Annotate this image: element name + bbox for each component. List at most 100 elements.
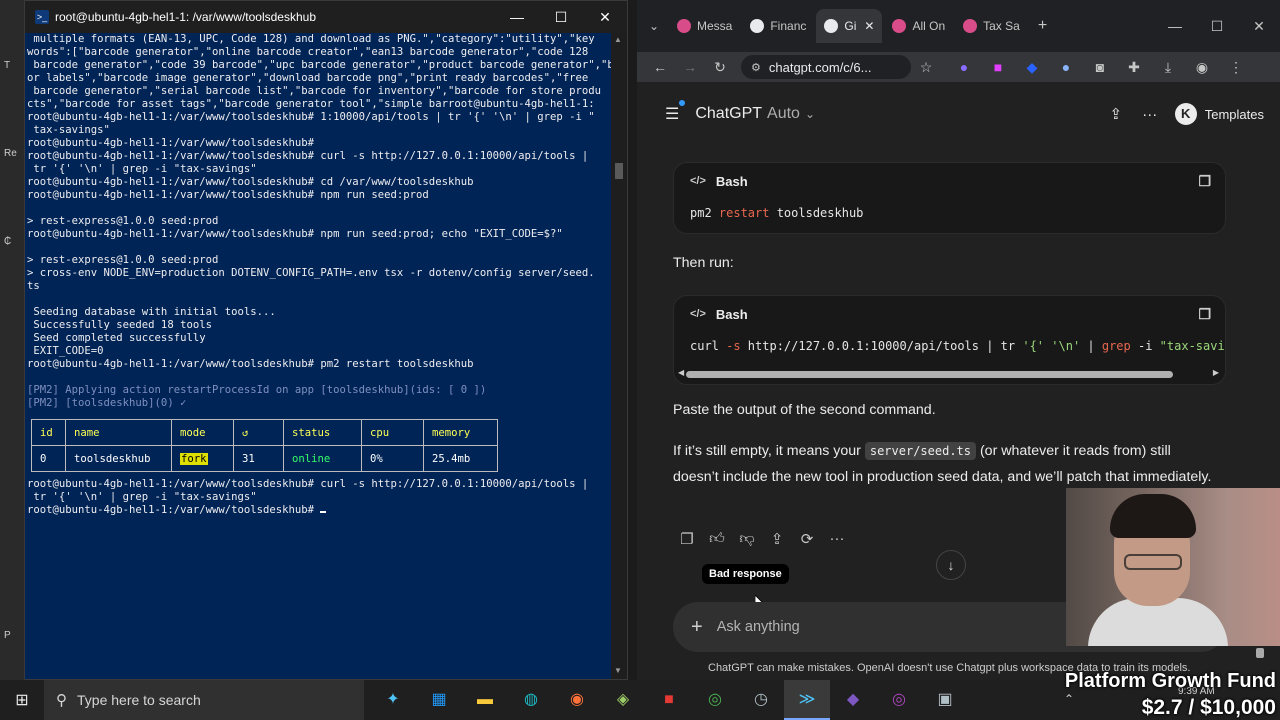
back-arrow-icon[interactable]: ← xyxy=(645,59,675,75)
app-icon[interactable]: ◆ xyxy=(830,680,876,720)
code-content[interactable]: pm2 restart toolsdeskhub xyxy=(674,199,1225,233)
terminal-line: root@ubuntu-4gb-hel1-1:/var/www/toolsdes… xyxy=(27,176,474,188)
model-name[interactable]: ChatGPT xyxy=(695,105,762,123)
scrollbar-thumb[interactable] xyxy=(686,371,1173,378)
browser-menu-icon[interactable]: ⋮ xyxy=(1219,59,1253,76)
terminal-scrollbar[interactable]: ▲ ▼ xyxy=(611,33,627,679)
browser-maximize-button[interactable]: ☐ xyxy=(1196,18,1238,35)
firefox-icon[interactable]: ◉ xyxy=(554,680,600,720)
regenerate-icon[interactable]: ⟳ xyxy=(792,530,822,548)
browser-tab[interactable]: Financ xyxy=(742,9,814,43)
extension-icon[interactable]: ● xyxy=(1049,59,1083,76)
new-tab-button[interactable]: + xyxy=(1030,9,1055,43)
address-bar[interactable]: ⚙ chatgpt.com/c/6... xyxy=(741,55,911,79)
site-info-icon[interactable]: ⚙ xyxy=(751,61,761,74)
code-horizontal-scrollbar[interactable]: ◀ ▶ xyxy=(674,366,1225,384)
table-header: id xyxy=(31,419,66,446)
paste-output-text: Paste the output of the second command. xyxy=(673,402,936,418)
chrome-icon[interactable]: ◎ xyxy=(692,680,738,720)
more-options-icon[interactable]: ··· xyxy=(822,530,852,548)
browser-tab[interactable]: Messa xyxy=(669,9,740,43)
code-lang: Bash xyxy=(715,173,748,189)
then-run-text: Then run: xyxy=(673,255,734,271)
shield-extension-icon[interactable]: ◆ xyxy=(1015,59,1049,76)
forward-arrow-icon[interactable]: → xyxy=(675,59,705,75)
powershell-taskbar-icon[interactable]: ≫ xyxy=(784,680,830,720)
scrollbar-thumb[interactable] xyxy=(1256,648,1264,658)
terminal-line: > cross-env NODE_ENV=production DOTENV_C… xyxy=(27,267,595,279)
app-icon[interactable]: ▣ xyxy=(922,680,968,720)
terminal-line: root@ubuntu-4gb-hel1-1:/var/www/toolsdes… xyxy=(27,111,595,123)
model-mode[interactable]: Auto xyxy=(767,105,800,123)
table-header: ↺ xyxy=(233,419,284,446)
terminal-window[interactable]: >_ root@ubuntu-4gb-hel1-1: /var/www/tool… xyxy=(24,0,628,680)
app-icon[interactable]: ◈ xyxy=(600,680,646,720)
table-header: cpu xyxy=(361,419,424,446)
close-button[interactable]: ✕ xyxy=(583,9,627,26)
table-cell: 25.4mb xyxy=(423,445,498,472)
tab-strip: ⌄ Messa Financ Gi ✕ All On Tax Sa + — ☐ ✕ xyxy=(637,0,1280,52)
terminal-line: root@ubuntu-4gb-hel1-1:/var/www/toolsdes… xyxy=(27,189,429,201)
avatar[interactable]: K xyxy=(1174,103,1197,125)
extension-icon[interactable]: ● xyxy=(947,59,981,76)
app-icon[interactable]: ◷ xyxy=(738,680,784,720)
maximize-button[interactable]: ☐ xyxy=(539,9,583,26)
scroll-right-arrow-icon[interactable]: ▶ xyxy=(1213,368,1219,377)
more-options-icon[interactable]: ··· xyxy=(1133,106,1167,123)
copy-icon[interactable]: ❐ xyxy=(1198,173,1211,190)
extension-icon[interactable]: ■ xyxy=(981,59,1015,76)
copilot-icon[interactable]: ✦ xyxy=(370,680,416,720)
thumbs-down-icon[interactable]: 👎︎ xyxy=(732,530,762,548)
tray-chevron-up-icon[interactable]: ⌃ xyxy=(1064,692,1074,706)
scroll-left-arrow-icon[interactable]: ◀ xyxy=(678,368,684,377)
browser-close-button[interactable]: ✕ xyxy=(1238,18,1280,35)
browser-minimize-button[interactable]: — xyxy=(1154,18,1196,35)
terminal-line: [PM2] Applying action restartProcessId o… xyxy=(27,384,487,396)
copy-icon[interactable]: ❐ xyxy=(1198,306,1211,323)
scrollbar-thumb[interactable] xyxy=(615,163,623,179)
edge-icon[interactable]: ◍ xyxy=(508,680,554,720)
terminal-titlebar[interactable]: >_ root@ubuntu-4gb-hel1-1: /var/www/tool… xyxy=(25,1,627,33)
tab-favicon-icon xyxy=(824,19,839,33)
tab-list-dropdown-icon[interactable]: ⌄ xyxy=(645,9,667,43)
terminal-output-after[interactable]: root@ubuntu-4gb-hel1-1:/var/www/toolsdes… xyxy=(25,478,611,679)
download-icon[interactable]: ⤓ xyxy=(1151,59,1185,76)
bookmark-star-icon[interactable]: ☆ xyxy=(911,59,941,76)
code-content[interactable]: curl -s http://127.0.0.1:10000/api/tools… xyxy=(674,332,1225,366)
taskbar-search[interactable]: ⚲ Type here to search xyxy=(44,680,364,720)
table-header: memory xyxy=(423,419,498,446)
reload-icon[interactable]: ↻ xyxy=(705,59,735,76)
copy-icon[interactable]: ❐ xyxy=(672,530,702,548)
store-icon[interactable]: ▦ xyxy=(416,680,462,720)
share-icon[interactable]: ⇪ xyxy=(762,530,792,548)
puzzle-extensions-icon[interactable]: ✚ xyxy=(1117,59,1151,76)
terminal-line: multiple formats (EAN-13, UPC, Code 128)… xyxy=(27,33,595,45)
windows-start-icon[interactable]: ⊞ xyxy=(0,690,44,710)
scroll-to-bottom-arrow-icon[interactable]: ↓ xyxy=(936,550,966,580)
profile-avatar[interactable]: ◉ xyxy=(1185,59,1219,76)
code-icon: </> xyxy=(690,308,706,320)
scroll-up-arrow-icon[interactable]: ▲ xyxy=(614,35,622,44)
inline-code: server/seed.ts xyxy=(864,442,977,460)
thumbs-up-icon[interactable]: 👍︎ xyxy=(702,530,732,548)
chrome-profile-icon[interactable]: ◎ xyxy=(876,680,922,720)
camera-extension-icon[interactable]: ◙ xyxy=(1083,59,1117,76)
browser-tab[interactable]: Tax Sa xyxy=(955,9,1028,43)
file-explorer-icon[interactable]: ▬ xyxy=(462,680,508,720)
app-icon[interactable]: ■ xyxy=(646,680,692,720)
browser-tab[interactable]: Gi ✕ xyxy=(816,9,883,43)
tab-close-icon[interactable]: ✕ xyxy=(864,19,874,33)
minimize-button[interactable]: — xyxy=(495,9,539,26)
table-cell: fork xyxy=(171,445,234,472)
scroll-down-arrow-icon[interactable]: ▼ xyxy=(614,666,622,675)
tab-favicon-icon xyxy=(892,19,907,33)
attach-plus-icon[interactable]: + xyxy=(691,616,703,639)
sidebar-menu-icon[interactable]: ☰ xyxy=(665,100,686,124)
chevron-down-icon[interactable]: ⌄ xyxy=(805,107,815,121)
tab-label: Messa xyxy=(697,19,733,33)
share-icon[interactable]: ⇪ xyxy=(1099,105,1133,123)
overlay-progress: $2.7 / $10,000 xyxy=(1141,696,1276,719)
terminal-line: root@ubuntu-4gb-hel1-1:/var/www/toolsdes… xyxy=(27,504,609,517)
terminal-line: tax-savings" xyxy=(27,124,110,136)
browser-tab[interactable]: All On xyxy=(884,9,953,43)
